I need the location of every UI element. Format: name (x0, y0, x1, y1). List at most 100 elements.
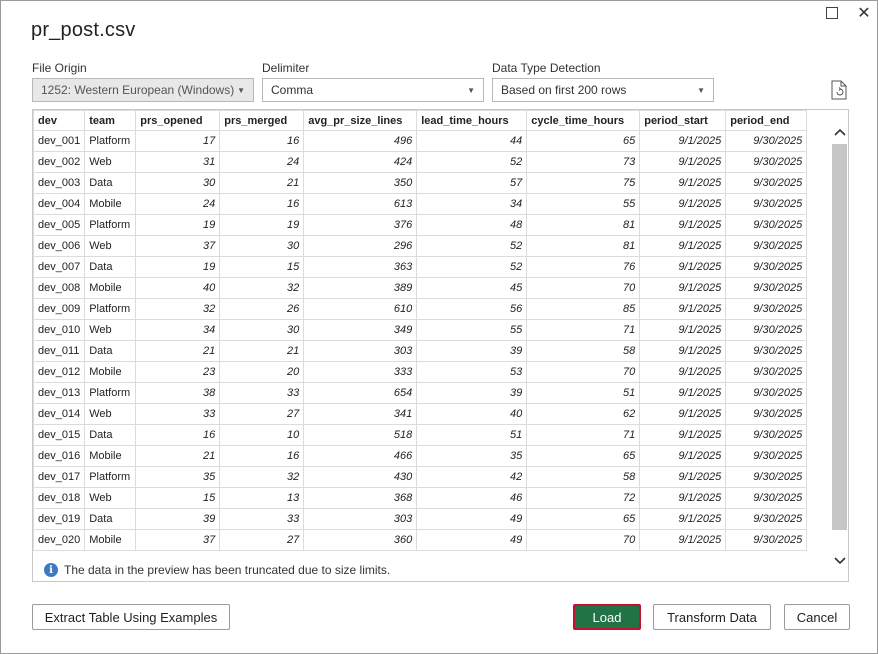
table-cell: dev_007 (33, 256, 86, 278)
table-cell: 30 (135, 172, 221, 194)
table-cell: 376 (303, 214, 418, 236)
table-cell: 9/30/2025 (725, 193, 808, 215)
load-button[interactable]: Load (573, 604, 641, 630)
column-header[interactable]: lead_time_hours (416, 110, 528, 131)
table-cell: 34 (135, 319, 221, 341)
table-cell: dev_004 (33, 193, 86, 215)
table-cell: 85 (526, 298, 641, 320)
table-cell: dev_006 (33, 235, 86, 257)
column-header[interactable]: prs_opened (135, 110, 221, 131)
table-cell: 9/30/2025 (725, 214, 808, 236)
csv-import-dialog: pr_post.csv ✕ File Origin 1252: Western … (0, 0, 878, 654)
column-header[interactable]: prs_merged (219, 110, 305, 131)
table-cell: 21 (219, 172, 305, 194)
table-cell: 32 (219, 277, 305, 299)
table-cell: 9/30/2025 (725, 424, 808, 446)
table-cell: 518 (303, 424, 418, 446)
table-cell: 70 (526, 361, 641, 383)
table-cell: 58 (526, 340, 641, 362)
scrollbar-thumb[interactable] (832, 144, 847, 530)
table-cell: 49 (416, 529, 528, 551)
truncation-notice: i The data in the preview has been trunc… (33, 559, 848, 581)
table-cell: 40 (135, 277, 221, 299)
table-cell: 16 (219, 445, 305, 467)
table-cell: Web (84, 151, 137, 173)
table-row: dev_010 Web 34 30 349 55 71 9/1/2025 9/30/2025 (33, 319, 808, 341)
table-cell: 15 (219, 256, 305, 278)
table-cell: 45 (416, 277, 528, 299)
transform-data-button[interactable]: Transform Data (653, 604, 771, 630)
table-cell: 350 (303, 172, 418, 194)
table-cell: 466 (303, 445, 418, 467)
cancel-button[interactable]: Cancel (784, 604, 850, 630)
close-icon[interactable]: ✕ (853, 3, 875, 23)
table-cell: dev_010 (33, 319, 86, 341)
table-cell: dev_011 (33, 340, 86, 362)
table-cell: Platform (84, 466, 137, 488)
table-cell: 35 (135, 466, 221, 488)
table-cell: dev_005 (33, 214, 86, 236)
table-cell: dev_008 (33, 277, 86, 299)
table-cell: dev_017 (33, 466, 86, 488)
file-refresh-icon[interactable] (830, 80, 848, 100)
table-cell: Web (84, 235, 137, 257)
table-row: dev_007 Data 19 15 363 52 76 9/1/2025 9/30/2025 (33, 256, 808, 278)
delimiter-select[interactable]: Comma ▼ (262, 78, 484, 102)
column-header[interactable]: avg_pr_size_lines (303, 110, 418, 131)
table-cell: 49 (416, 508, 528, 530)
info-icon: i (44, 563, 58, 577)
table-cell: Web (84, 319, 137, 341)
table-cell: 52 (416, 235, 528, 257)
column-header[interactable]: cycle_time_hours (526, 110, 641, 131)
scroll-up-icon[interactable] (831, 124, 848, 140)
table-row: dev_002 Web 31 24 424 52 73 9/1/2025 9/30/2025 (33, 151, 808, 173)
column-header[interactable]: period_end (725, 110, 808, 131)
table-cell: 72 (526, 487, 641, 509)
column-header[interactable]: period_start (639, 110, 727, 131)
table-cell: dev_014 (33, 403, 86, 425)
table-cell: 360 (303, 529, 418, 551)
table-cell: 296 (303, 235, 418, 257)
table-cell: 9/1/2025 (639, 256, 727, 278)
chevron-down-icon: ▼ (467, 85, 475, 95)
vertical-scrollbar[interactable] (831, 110, 848, 565)
table-cell: 34 (416, 193, 528, 215)
extract-table-button[interactable]: Extract Table Using Examples (32, 604, 230, 630)
column-header[interactable]: team (84, 110, 137, 131)
table-cell: Mobile (84, 529, 137, 551)
table-cell: 363 (303, 256, 418, 278)
file-origin-select[interactable]: 1252: Western European (Windows) ▼ (32, 78, 254, 102)
table-cell: 9/1/2025 (639, 130, 727, 152)
table-cell: 9/1/2025 (639, 172, 727, 194)
maximize-icon[interactable] (821, 3, 843, 23)
table-row: dev_001 Platform 17 16 496 44 65 9/1/2025 9/30/2… (33, 130, 808, 152)
table-row: dev_005 Platform 19 19 376 48 81 9/1/2025 9/30/2… (33, 214, 808, 236)
table-cell: 46 (416, 487, 528, 509)
table-cell: 16 (219, 193, 305, 215)
table-cell: 9/30/2025 (725, 172, 808, 194)
table-row: dev_009 Platform 32 26 610 56 85 9/1/2025 9/30/2… (33, 298, 808, 320)
table-cell: 430 (303, 466, 418, 488)
table-cell: 30 (219, 319, 305, 341)
table-cell: dev_012 (33, 361, 86, 383)
table-cell: 24 (219, 151, 305, 173)
table-cell: 13 (219, 487, 305, 509)
table-cell: 31 (135, 151, 221, 173)
table-cell: 26 (219, 298, 305, 320)
file-origin-value: 1252: Western European (Windows) (41, 83, 235, 97)
table-cell: 9/1/2025 (639, 529, 727, 551)
table-cell: 21 (135, 340, 221, 362)
table-cell: 9/1/2025 (639, 508, 727, 530)
table-cell: dev_001 (33, 130, 86, 152)
table-cell: 16 (135, 424, 221, 446)
data-preview-table[interactable]: dev team prs_opened prs_merged avg_pr_size_l… (32, 109, 849, 582)
table-cell: 9/30/2025 (725, 298, 808, 320)
table-cell: 70 (526, 277, 641, 299)
data-type-detection-select[interactable]: Based on first 200 rows ▼ (492, 78, 714, 102)
table-cell: 71 (526, 319, 641, 341)
table-cell: 9/1/2025 (639, 424, 727, 446)
table-cell: Platform (84, 214, 137, 236)
column-header[interactable]: dev (33, 110, 86, 131)
table-cell: 16 (219, 130, 305, 152)
table-cell: 76 (526, 256, 641, 278)
